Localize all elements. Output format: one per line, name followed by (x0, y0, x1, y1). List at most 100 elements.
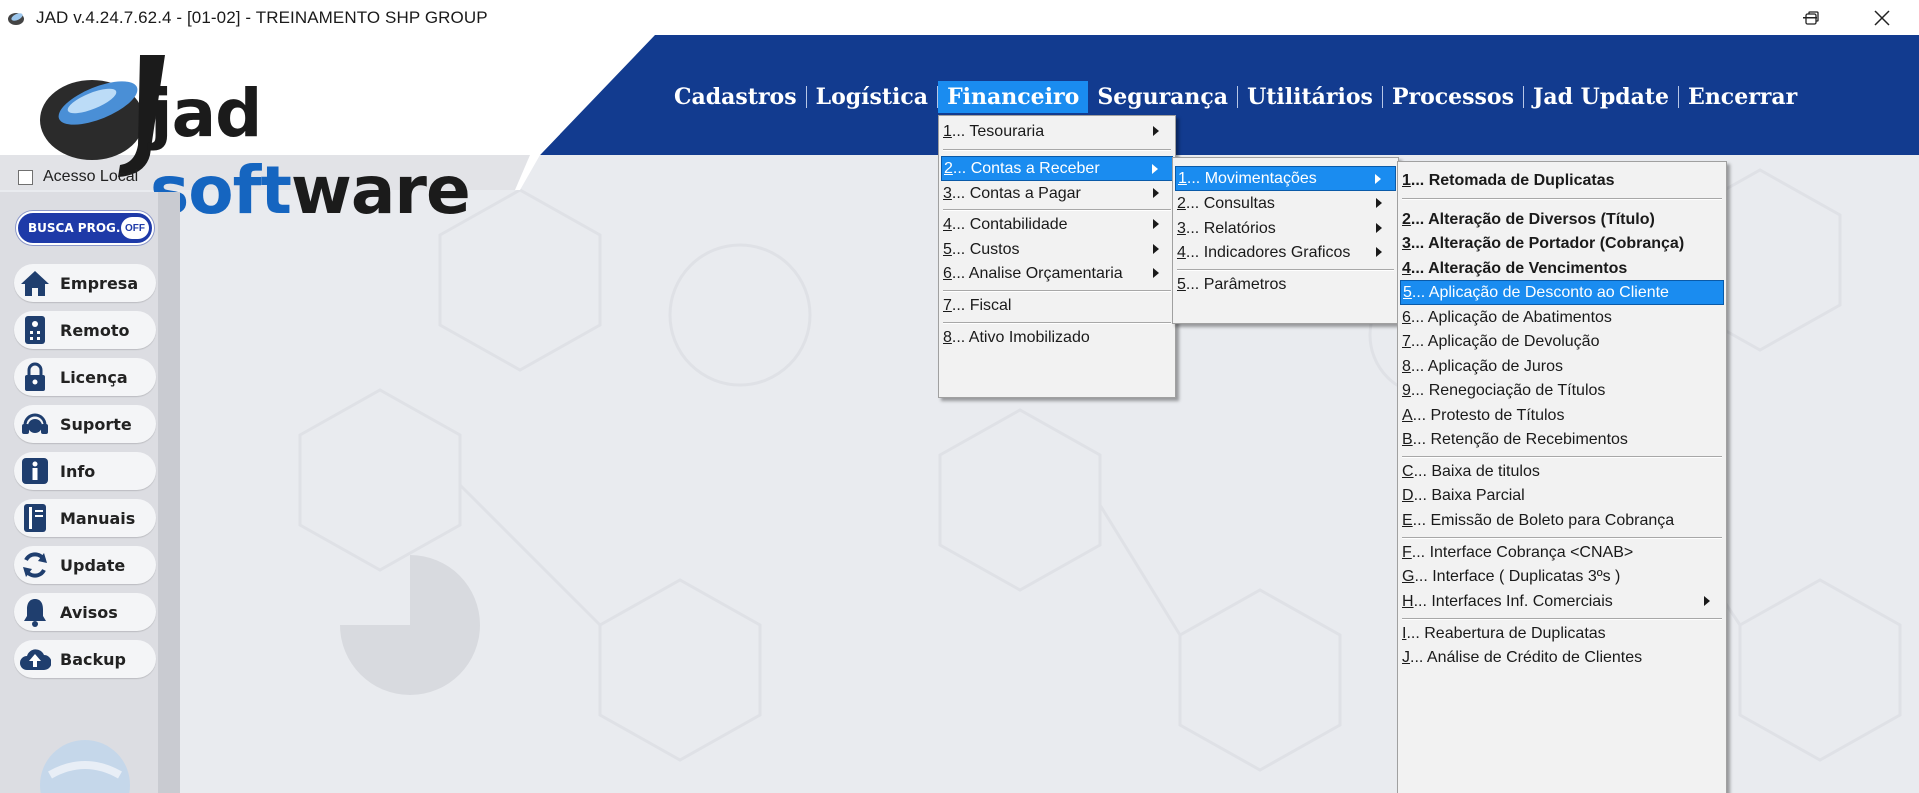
info-button[interactable]: Info (14, 452, 156, 490)
empresa-button[interactable]: Empresa (14, 264, 156, 302)
busca-prog-label: BUSCA PROG. (28, 221, 121, 235)
menu-item-interfaces-inf-comerciais[interactable]: H... Interfaces Inf. Comerciais (1400, 589, 1724, 614)
menu-item-contabilidade[interactable]: 4... Contabilidade (941, 212, 1173, 237)
avisos-label: Avisos (60, 602, 118, 622)
menu-item-retencao-recebimentos[interactable]: B... Retenção de Recebimentos (1400, 427, 1724, 452)
suporte-button[interactable]: Suporte (14, 405, 156, 443)
menu-item-relatorios[interactable]: 3... Relatórios (1175, 216, 1396, 241)
menu-divider (1177, 269, 1394, 271)
menu-item-protesto-titulos[interactable]: A... Protesto de Títulos (1400, 403, 1724, 428)
menu-item-aplicacao-juros[interactable]: 8... Aplicação de Juros (1400, 354, 1724, 379)
menu-item-alteracao-vencimentos[interactable]: 4... Alteração de Vencimentos (1400, 256, 1724, 281)
remote-icon (18, 313, 52, 347)
manuais-label: Manuais (60, 508, 136, 528)
logo-text: jad software (150, 75, 471, 229)
menu-divider (1402, 198, 1722, 200)
menu-item-interface-duplicatas-3os[interactable]: G... Interface ( Duplicatas 3ºs ) (1400, 564, 1724, 589)
menu-item-contas-a-receber[interactable]: 2... Contas a Receber (941, 156, 1173, 181)
main-menu-bar: Cadastros Logística Financeiro Segurança… (665, 79, 1806, 115)
avisos-button[interactable]: Avisos (14, 593, 156, 631)
menu-financeiro[interactable]: Financeiro (938, 81, 1089, 113)
submenu-arrow-icon (1153, 188, 1159, 198)
title-bar: JAD v.4.24.7.62.4 - [01-02] - TREINAMENT… (0, 0, 1919, 35)
menu-jad-update[interactable]: Jad Update (1524, 81, 1678, 113)
app-window: jad software Cadastros Logística Finance… (0, 35, 1919, 793)
menu-encerrar[interactable]: Encerrar (1679, 81, 1806, 113)
menu-seguranca[interactable]: Segurança (1088, 81, 1237, 113)
menu-item-emissao-boleto[interactable]: E... Emissão de Boleto para Cobrança (1400, 508, 1724, 533)
submenu-arrow-icon (1376, 247, 1382, 257)
menu-item-baixa-titulos[interactable]: C... Baixa de titulos (1400, 459, 1724, 484)
menu-item-tesouraria[interactable]: 1... Tesouraria (941, 119, 1173, 144)
menu-item-reabertura-duplicatas[interactable]: I... Reabertura de Duplicatas (1400, 621, 1724, 646)
lock-icon (18, 360, 52, 394)
submenu-arrow-icon (1376, 198, 1382, 208)
bell-icon (18, 595, 52, 629)
acesso-local-checkbox[interactable]: Acesso Local (18, 168, 138, 186)
menu-item-alteracao-diversos[interactable]: 2... Alteração de Diversos (Título) (1400, 207, 1724, 232)
backup-label: Backup (60, 649, 126, 669)
remoto-label: Remoto (60, 320, 130, 340)
restore-icon (1805, 10, 1819, 25)
headset-icon (18, 407, 52, 441)
menu-item-alteracao-portador[interactable]: 3... Alteração de Portador (Cobrança) (1400, 231, 1724, 256)
close-icon (1874, 9, 1890, 26)
menu-item-aplicacao-abatimentos[interactable]: 6... Aplicação de Abatimentos (1400, 305, 1724, 330)
menu-item-aplicacao-desconto[interactable]: 5... Aplicação de Desconto ao Cliente (1400, 280, 1724, 305)
manuais-button[interactable]: Manuais (14, 499, 156, 537)
logo: jad software (0, 35, 655, 229)
remoto-button[interactable]: Remoto (14, 311, 156, 349)
submenu-arrow-icon (1152, 164, 1158, 174)
update-button[interactable]: Update (14, 546, 156, 584)
menu-item-indicadores-graficos[interactable]: 4... Indicadores Graficos (1175, 240, 1396, 265)
book-icon (18, 501, 52, 535)
menu-item-analise-orcamentaria[interactable]: 6... Analise Orçamentaria (941, 261, 1173, 286)
close-button[interactable] (1852, 0, 1912, 35)
window-title: JAD v.4.24.7.62.4 - [01-02] - TREINAMENT… (36, 7, 488, 27)
submenu-arrow-icon (1375, 174, 1381, 184)
empresa-label: Empresa (60, 273, 139, 293)
submenu-arrow-icon (1153, 219, 1159, 229)
licenca-label: Licença (60, 367, 128, 387)
restore-button[interactable] (1782, 0, 1842, 35)
menu-item-analise-credito[interactable]: J... Análise de Crédito de Clientes (1400, 645, 1724, 670)
menu-item-retomada-duplicatas[interactable]: 1... Retomada de Duplicatas (1400, 168, 1724, 193)
backup-button[interactable]: Backup (14, 640, 156, 678)
acesso-local-label: Acesso Local (43, 168, 139, 185)
licenca-button[interactable]: Licença (14, 358, 156, 396)
update-label: Update (60, 555, 126, 575)
menu-utilitarios[interactable]: Utilitários (1238, 81, 1382, 113)
busca-prog-toggle[interactable]: BUSCA PROG. OFF (16, 211, 154, 245)
submenu-arrow-icon (1376, 223, 1382, 233)
menu-item-custos[interactable]: 5... Custos (941, 237, 1173, 262)
financeiro-dropdown: 1... Tesouraria 2... Contas a Receber 3.… (938, 115, 1176, 398)
cloud-upload-icon (18, 642, 52, 676)
menu-item-fiscal[interactable]: 7... Fiscal (941, 293, 1173, 318)
checkbox-box[interactable] (18, 169, 33, 185)
menu-divider (1402, 618, 1722, 620)
menu-item-baixa-parcial[interactable]: D... Baixa Parcial (1400, 483, 1724, 508)
menu-divider (943, 149, 1171, 151)
menu-item-parametros[interactable]: 5... Parâmetros (1175, 272, 1396, 297)
menu-item-ativo-imobilizado[interactable]: 8... Ativo Imobilizado (941, 325, 1173, 350)
menu-cadastros[interactable]: Cadastros (665, 81, 806, 113)
menu-item-aplicacao-devolucao[interactable]: 7... Aplicação de Devolução (1400, 329, 1724, 354)
info-icon (18, 454, 52, 488)
refresh-icon (18, 548, 52, 582)
app-icon (8, 12, 24, 25)
submenu-arrow-icon (1153, 126, 1159, 136)
menu-divider (1402, 456, 1722, 458)
menu-logistica[interactable]: Logística (807, 81, 937, 113)
menu-divider (943, 209, 1171, 211)
submenu-arrow-icon (1704, 596, 1710, 606)
menu-item-consultas[interactable]: 2... Consultas (1175, 191, 1396, 216)
menu-item-renegociacao-titulos[interactable]: 9... Renegociação de Títulos (1400, 378, 1724, 403)
menu-item-contas-a-pagar[interactable]: 3... Contas a Pagar (941, 181, 1173, 206)
menu-item-movimentacoes[interactable]: 1... Movimentações (1175, 166, 1396, 191)
submenu-arrow-icon (1153, 244, 1159, 254)
movimentacoes-submenu: 1... Retomada de Duplicatas 2... Alteraç… (1397, 161, 1727, 793)
menu-item-interface-cobranca-cnab[interactable]: F... Interface Cobrança <CNAB> (1400, 540, 1724, 565)
menu-processos[interactable]: Processos (1383, 81, 1523, 113)
menu-divider (1402, 537, 1722, 539)
contas-a-receber-submenu: 1... Movimentações 2... Consultas 3... R… (1172, 157, 1399, 324)
